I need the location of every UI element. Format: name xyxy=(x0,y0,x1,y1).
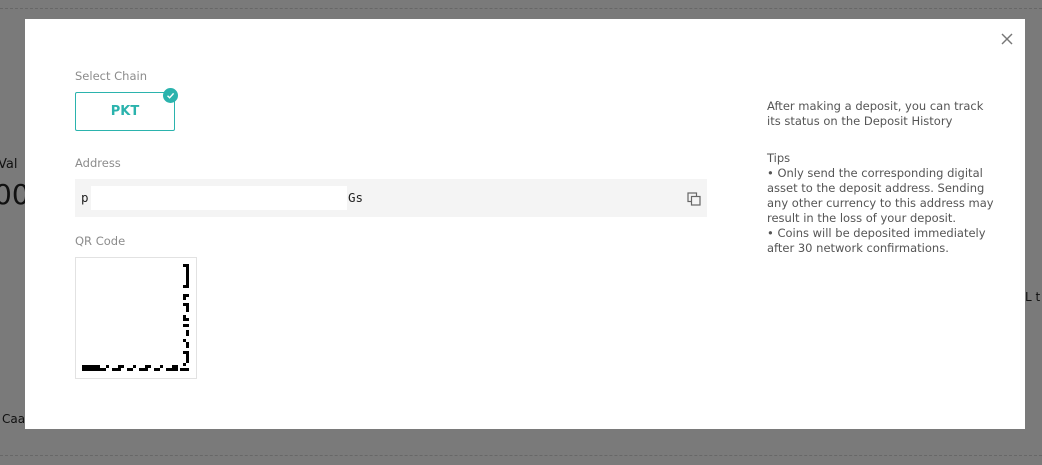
close-icon[interactable] xyxy=(999,31,1015,47)
address-label: Address xyxy=(75,156,121,170)
deposit-history-note: After making a deposit, you can track it… xyxy=(767,99,984,128)
qr-code-image xyxy=(76,258,196,378)
copy-button[interactable] xyxy=(687,191,701,206)
chain-option-pkt[interactable]: PKT xyxy=(75,88,178,131)
address-value-start: p xyxy=(81,190,89,205)
select-chain-label: Select Chain xyxy=(75,69,147,83)
tips-list: • Only send the corresponding digital as… xyxy=(767,166,997,256)
tip-item: • Coins will be deposited immediately af… xyxy=(767,226,986,255)
address-value-end: Gs xyxy=(348,190,364,205)
qr-code xyxy=(75,257,197,379)
tips-title: Tips xyxy=(767,151,791,165)
deposit-modal: Select Chain PKT Address p Gs QR Code Af… xyxy=(25,19,1025,429)
deposit-info-panel: After making a deposit, you can track it… xyxy=(767,99,997,256)
tips-section: Tips • Only send the corresponding digit… xyxy=(767,151,997,256)
copy-icon[interactable] xyxy=(687,192,701,206)
check-icon xyxy=(163,88,178,103)
close-button[interactable] xyxy=(999,31,1015,47)
qr-code-label: QR Code xyxy=(75,234,126,248)
address-redaction xyxy=(91,186,347,210)
tip-item: • Only send the corresponding digital as… xyxy=(767,166,994,225)
chain-option-label: PKT xyxy=(110,104,140,119)
address-field[interactable]: p Gs xyxy=(75,179,707,217)
